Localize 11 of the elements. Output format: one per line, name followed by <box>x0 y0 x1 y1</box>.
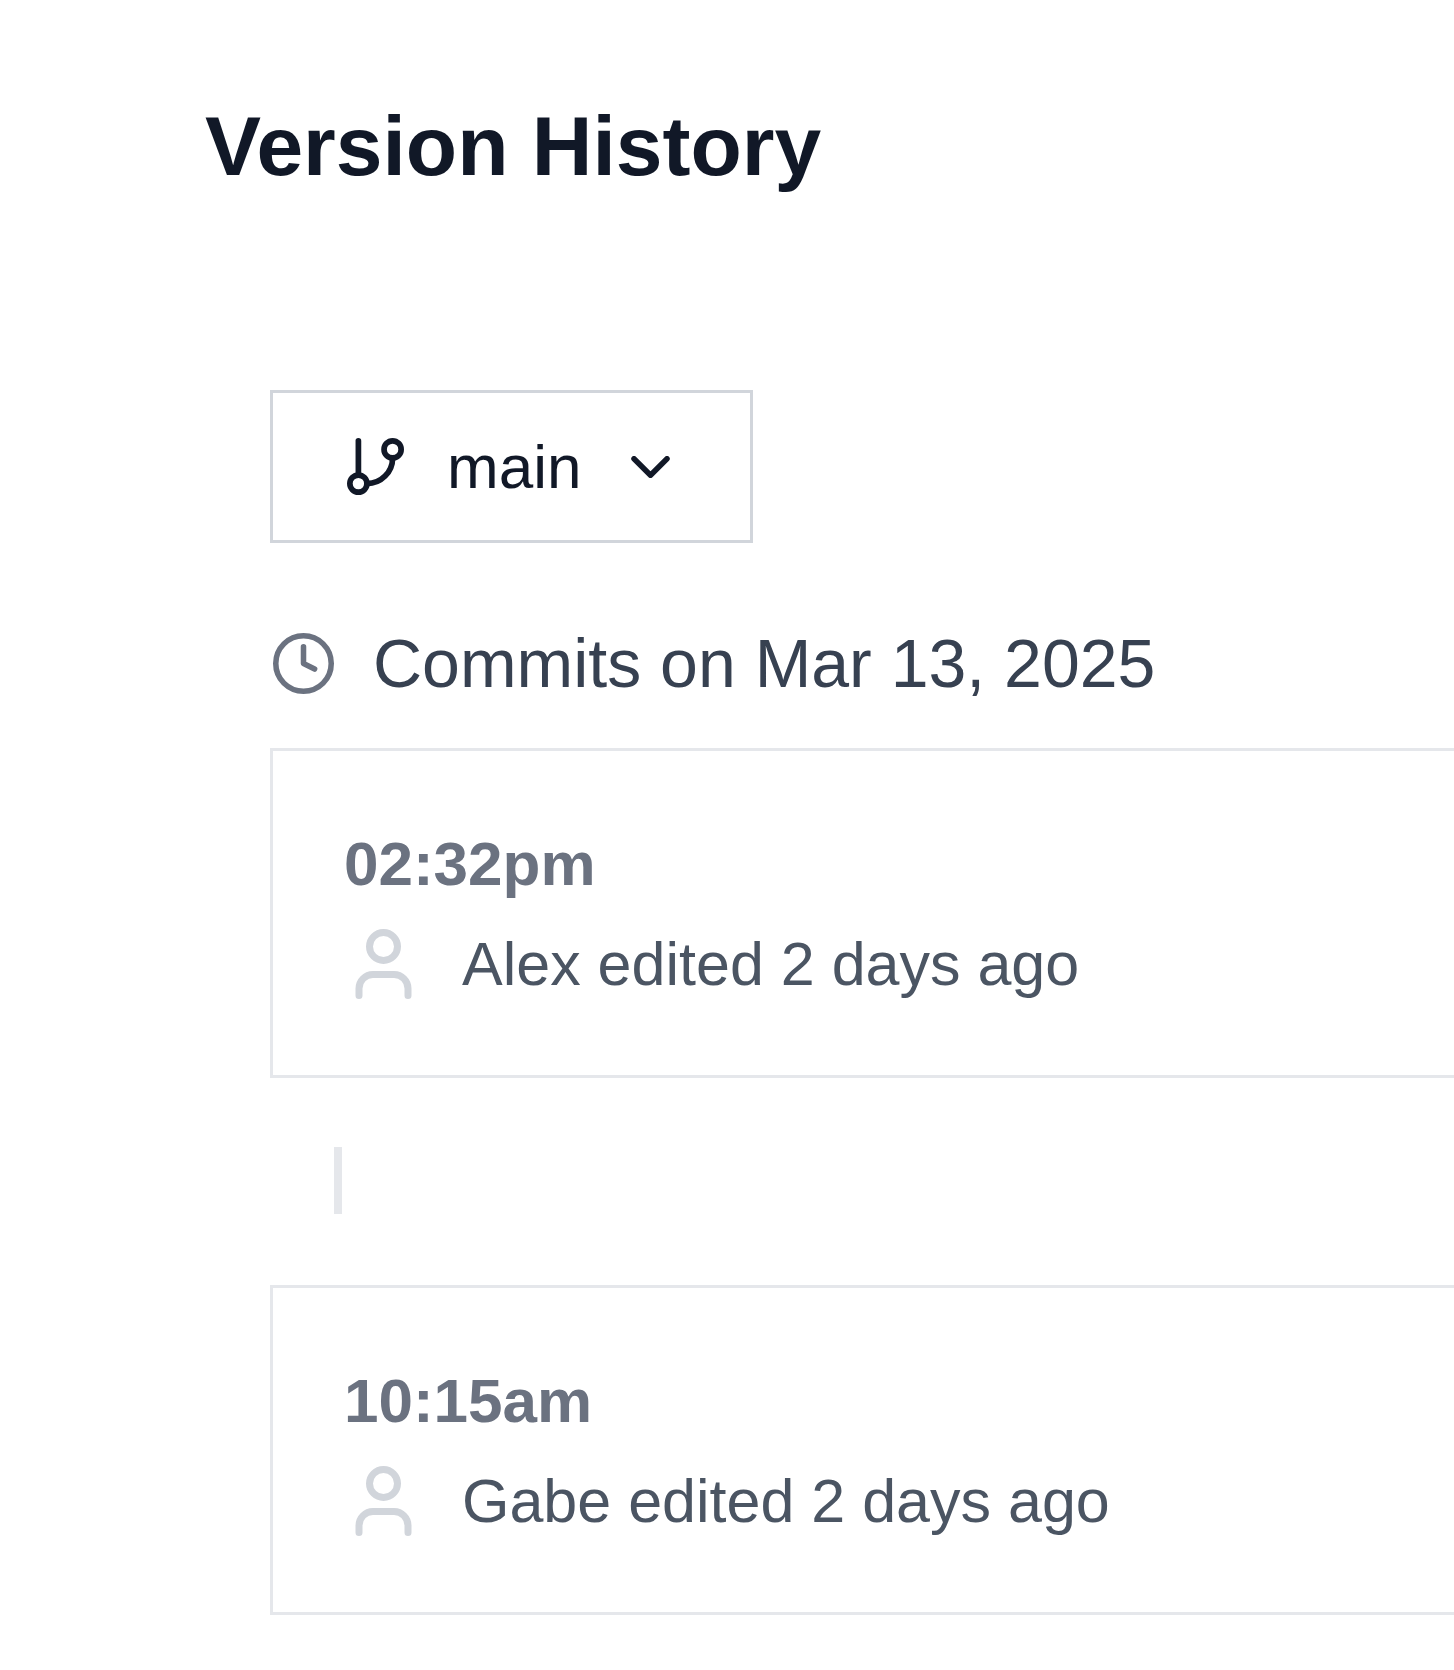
commit-date-heading: Commits on Mar 13, 2025 <box>373 629 1156 697</box>
person-icon <box>355 1466 412 1536</box>
commit-time: 10:15am <box>344 1370 594 1432</box>
commit-card[interactable]: 02:32pm Alex edited 2 days ago <box>270 748 1454 1078</box>
clock-icon <box>273 632 334 694</box>
timeline-connector <box>334 1147 342 1214</box>
branch-icon <box>347 438 404 495</box>
commit-card[interactable]: 10:15am Gabe edited 2 days ago <box>270 1285 1454 1615</box>
branch-dropdown[interactable]: main <box>270 390 753 543</box>
chevron-down-icon <box>631 455 671 478</box>
person-icon <box>355 929 412 999</box>
